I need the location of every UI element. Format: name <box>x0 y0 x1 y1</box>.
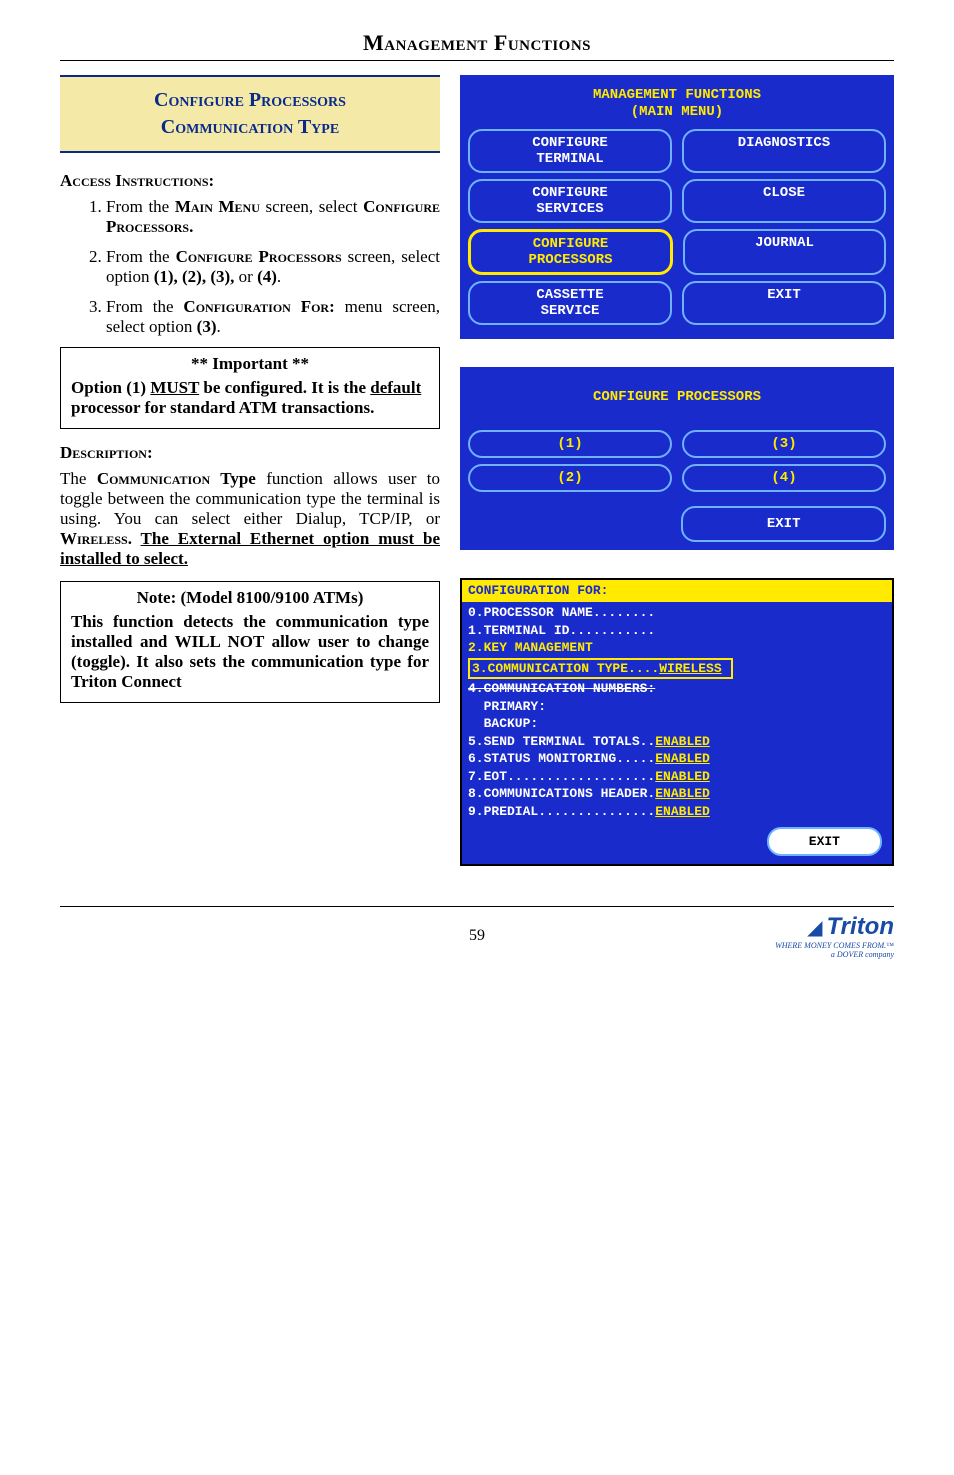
processor-2-button[interactable]: (2) <box>468 464 672 492</box>
page-footer: 59 ◢ Triton WHERE MONEY COMES FROM.™ a D… <box>60 906 894 959</box>
title-line-1: Configure Processors <box>68 87 432 114</box>
step-1: From the Main Menu screen, select Config… <box>106 197 440 237</box>
section-title: Configure Processors Communication Type <box>60 75 440 153</box>
processor-1-button[interactable]: (1) <box>468 430 672 458</box>
t: . <box>277 267 281 286</box>
line-3-highlight[interactable]: 3.COMMUNICATION TYPE....WIRELESS <box>468 658 733 680</box>
description-body: The Communication Type function allows u… <box>60 469 440 569</box>
config-list: 0.PROCESSOR NAME........ 1.TERMINAL ID..… <box>462 602 892 823</box>
t: . <box>216 317 220 336</box>
t: (4) <box>257 267 277 286</box>
important-title: ** Important ** <box>71 354 429 374</box>
t: default <box>370 378 421 397</box>
atm-configuration-for: CONFIGURATION FOR: 0.PROCESSOR NAME.....… <box>460 578 894 866</box>
logo-tagline: WHERE MONEY COMES FROM.™ <box>616 941 894 950</box>
note-title: Note: (Model 8100/9100 ATMs) <box>71 588 429 608</box>
t: Type <box>210 469 256 488</box>
configure-services-button[interactable]: CONFIGURE SERVICES <box>468 179 672 223</box>
logo-dover: a DOVER company <box>616 950 894 959</box>
triton-logo-icon: ◢ <box>807 917 822 939</box>
t: be configured. It is the <box>199 378 370 397</box>
t: . <box>128 529 141 548</box>
triton-logo: Triton <box>826 913 894 940</box>
note-body: This function detects the communication … <box>71 612 429 692</box>
t: 7.EOT................... <box>468 769 655 784</box>
t: (3) <box>197 317 217 336</box>
cassette-service-button[interactable]: CASSETTE SERVICE <box>468 281 672 325</box>
close-button[interactable]: CLOSE <box>682 179 886 223</box>
configure-terminal-button[interactable]: CONFIGURE TERMINAL <box>468 129 672 173</box>
t: (1), (2), (3), <box>154 267 239 286</box>
divider <box>60 60 894 61</box>
processor-3-button[interactable]: (3) <box>682 430 886 458</box>
t: ENABLED <box>655 751 710 766</box>
access-heading: Access Instructions: <box>60 171 440 191</box>
atm-configure-processors: CONFIGURE PROCESSORS (1) (3) (2) (4) EXI… <box>460 367 894 550</box>
line-2[interactable]: 2.KEY MANAGEMENT <box>468 640 593 655</box>
t: ENABLED <box>655 769 710 784</box>
important-box: ** Important ** Option (1) MUST be confi… <box>60 347 440 429</box>
config-for-header: CONFIGURATION FOR: <box>462 580 892 602</box>
t: From the <box>106 247 176 266</box>
t: 5.SEND TERMINAL TOTALS.. <box>468 734 655 749</box>
divider <box>60 906 894 907</box>
t: The <box>60 469 97 488</box>
line-8[interactable]: 8.COMMUNICATIONS HEADER.ENABLED <box>468 786 710 801</box>
t: Main Menu <box>175 197 260 216</box>
t: Configure Processors <box>176 247 342 266</box>
exit-button[interactable]: EXIT <box>767 827 882 857</box>
t: processor for standard ATM transactions. <box>71 398 374 417</box>
access-steps: From the Main Menu screen, select Config… <box>60 197 440 337</box>
t: 3.COMMUNICATION TYPE.... <box>472 661 659 676</box>
line-primary: PRIMARY: <box>468 699 546 714</box>
line-7[interactable]: 7.EOT...................ENABLED <box>468 769 710 784</box>
t: WIRELESS <box>659 661 721 676</box>
page-header: Management Functions <box>60 30 894 56</box>
page-number: 59 <box>338 927 616 945</box>
description-heading: Description: <box>60 443 440 463</box>
line-0[interactable]: 0.PROCESSOR NAME........ <box>468 605 655 620</box>
line-4: 4.COMMUNICATION NUMBERS: <box>468 681 655 696</box>
t: Configuration For: <box>183 297 334 316</box>
t: ENABLED <box>655 786 710 801</box>
line-9[interactable]: 9.PREDIAL...............ENABLED <box>468 804 710 819</box>
processor-4-button[interactable]: (4) <box>682 464 886 492</box>
t: Wireless <box>60 529 128 548</box>
exit-button[interactable]: EXIT <box>681 506 886 542</box>
configure-processors-button[interactable]: CONFIGURE PROCESSORS <box>468 229 673 275</box>
line-6[interactable]: 6.STATUS MONITORING.....ENABLED <box>468 751 710 766</box>
t: 9.PREDIAL............... <box>468 804 655 819</box>
note-box: Note: (Model 8100/9100 ATMs) This functi… <box>60 581 440 703</box>
title-line-2: Communication Type <box>68 114 432 141</box>
line-1[interactable]: 1.TERMINAL ID........... <box>468 623 655 638</box>
t: From the <box>106 197 175 216</box>
exit-button[interactable]: EXIT <box>682 281 886 325</box>
t: 8.COMMUNICATIONS HEADER. <box>468 786 655 801</box>
step-2: From the Configure Processors screen, se… <box>106 247 440 287</box>
t: screen, select <box>260 197 363 216</box>
atm-title: MANAGEMENT FUNCTIONS (MAIN MENU) <box>468 87 886 121</box>
line-5[interactable]: 5.SEND TERMINAL TOTALS..ENABLED <box>468 734 710 749</box>
t: MUST <box>150 378 199 397</box>
line-backup: BACKUP: <box>468 716 538 731</box>
important-body: Option (1) MUST be configured. It is the… <box>71 378 429 418</box>
t: This function detects the communication … <box>71 612 429 691</box>
t: Communication <box>97 469 210 488</box>
atm-main-menu: MANAGEMENT FUNCTIONS (MAIN MENU) CONFIGU… <box>460 75 894 339</box>
t: or <box>239 267 257 286</box>
journal-button[interactable]: JOURNAL <box>683 229 886 275</box>
diagnostics-button[interactable]: DIAGNOSTICS <box>682 129 886 173</box>
t: ENABLED <box>655 804 710 819</box>
t: Option (1) <box>71 378 150 397</box>
step-3: From the Configuration For: menu screen,… <box>106 297 440 337</box>
t: 6.STATUS MONITORING..... <box>468 751 655 766</box>
t: From the <box>106 297 183 316</box>
atm2-title: CONFIGURE PROCESSORS <box>468 389 886 406</box>
t: ENABLED <box>655 734 710 749</box>
